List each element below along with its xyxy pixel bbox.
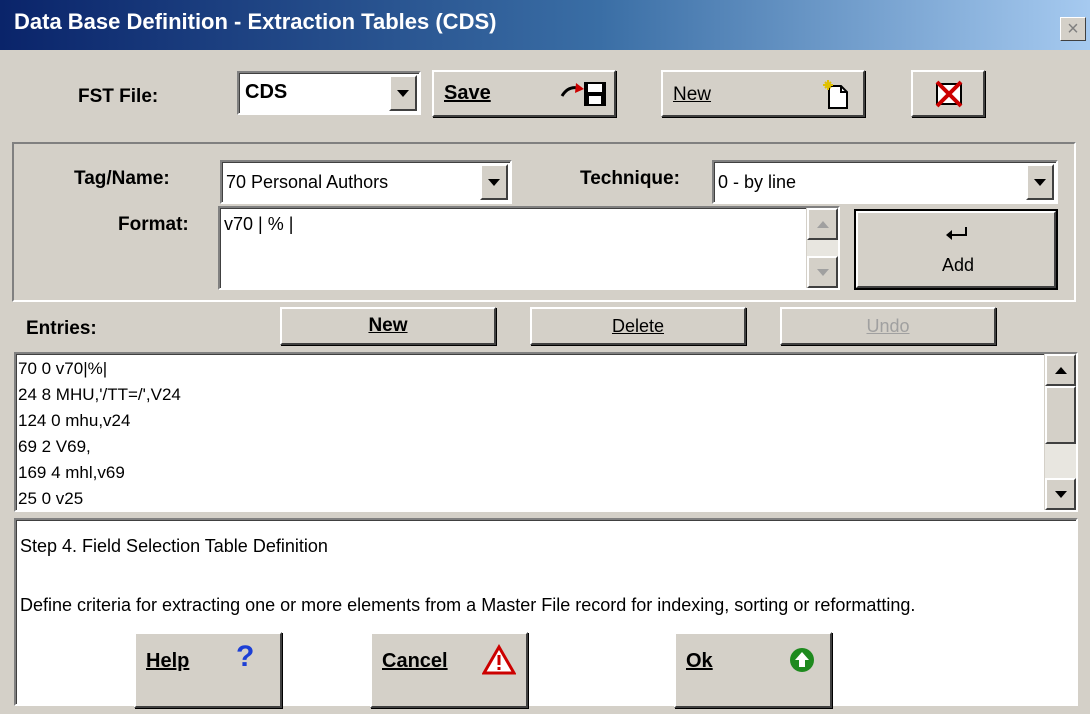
fst-dropdown-arrow[interactable]: [389, 75, 417, 111]
delete-entry-label: Delete: [611, 316, 665, 336]
help-button[interactable]: Help ?: [134, 632, 282, 708]
list-item[interactable]: 169 4 mhl,v69: [16, 460, 1036, 486]
delete-entry-button[interactable]: Delete: [530, 307, 746, 345]
list-item[interactable]: 70 0 v70|%|: [16, 356, 1036, 382]
cancel-button-label: Cancel: [382, 650, 448, 672]
chevron-up-icon: [1054, 366, 1067, 374]
save-disk-icon: [560, 82, 606, 106]
delete-fst-button[interactable]: [911, 70, 985, 117]
fst-file-label: FST File:: [78, 86, 159, 107]
chevron-down-icon: [397, 89, 409, 97]
title-bar: Data Base Definition - Extraction Tables…: [0, 0, 1090, 50]
scroll-down-button[interactable]: [1045, 478, 1076, 510]
help-heading: Step 4. Field Selection Table Definition: [20, 536, 328, 556]
scroll-thumb[interactable]: [1045, 386, 1076, 444]
undo-entry-label: Undo: [866, 316, 910, 336]
add-entry-button[interactable]: Add: [854, 209, 1058, 290]
list-item[interactable]: 24 8 MHU,'/TT=/',V24: [16, 382, 1036, 408]
new-entry-label: New: [368, 315, 408, 336]
format-label: Format:: [118, 214, 189, 235]
help-body: Define criteria for extracting one or mo…: [20, 595, 916, 615]
technique-value: 0 - by line: [718, 172, 797, 192]
chevron-down-icon: [1034, 178, 1046, 186]
window-title: Data Base Definition - Extraction Tables…: [14, 9, 497, 34]
tag-name-value: 70 Personal Authors: [226, 172, 389, 192]
cancel-button[interactable]: Cancel: [370, 632, 528, 708]
technique-label: Technique:: [580, 168, 680, 189]
close-button[interactable]: ×: [1060, 17, 1086, 41]
entries-listbox[interactable]: 70 0 v70|%| 24 8 MHU,'/TT=/',V24 124 0 m…: [14, 352, 1078, 512]
fst-file-dropdown[interactable]: CDS: [237, 71, 421, 115]
add-button-label: Add: [942, 255, 975, 275]
entries-scrollbar[interactable]: [1044, 354, 1076, 510]
scroll-up-button[interactable]: [1045, 354, 1076, 386]
enter-arrow-icon: [946, 227, 967, 240]
chevron-up-icon: [816, 220, 829, 228]
format-textarea[interactable]: v70 | % |: [218, 206, 840, 290]
new-fst-button-label: New: [673, 84, 712, 105]
save-button-label: Save: [444, 82, 491, 104]
list-item[interactable]: 124 0 mhu,v24: [16, 408, 1036, 434]
help-button-label: Help: [146, 650, 190, 672]
entries-label: Entries:: [26, 318, 97, 339]
new-fst-button[interactable]: New: [661, 70, 865, 117]
technique-dropdown-arrow[interactable]: [1026, 164, 1054, 200]
format-scrollbar[interactable]: [806, 208, 838, 288]
ok-button-label: Ok: [686, 650, 713, 672]
ok-button[interactable]: Ok: [674, 632, 832, 708]
entries-list: 70 0 v70|%| 24 8 MHU,'/TT=/',V24 124 0 m…: [16, 356, 1036, 510]
tag-dropdown-arrow[interactable]: [480, 164, 508, 200]
undo-entry-button[interactable]: Undo: [780, 307, 996, 345]
tag-name-label: Tag/Name:: [74, 168, 170, 189]
fst-file-value: CDS: [245, 81, 288, 103]
scroll-up-button[interactable]: [807, 208, 838, 240]
format-value: v70 | % |: [224, 214, 294, 234]
delete-icon: [935, 80, 963, 108]
chevron-down-icon: [816, 268, 829, 276]
warning-icon: [482, 644, 516, 675]
question-mark-icon: ?: [236, 640, 255, 673]
new-document-icon: [823, 80, 848, 109]
new-entry-button[interactable]: New: [280, 307, 496, 345]
chevron-down-icon: [1054, 490, 1067, 498]
list-item[interactable]: 69 2 V69,: [16, 434, 1036, 460]
ok-check-icon: [790, 648, 814, 672]
technique-dropdown[interactable]: 0 - by line: [712, 160, 1058, 204]
tag-name-dropdown[interactable]: 70 Personal Authors: [220, 160, 512, 204]
list-item[interactable]: 25 0 v25: [16, 486, 1036, 510]
scroll-down-button[interactable]: [807, 256, 838, 288]
save-button[interactable]: Save: [432, 70, 616, 117]
chevron-down-icon: [488, 178, 500, 186]
